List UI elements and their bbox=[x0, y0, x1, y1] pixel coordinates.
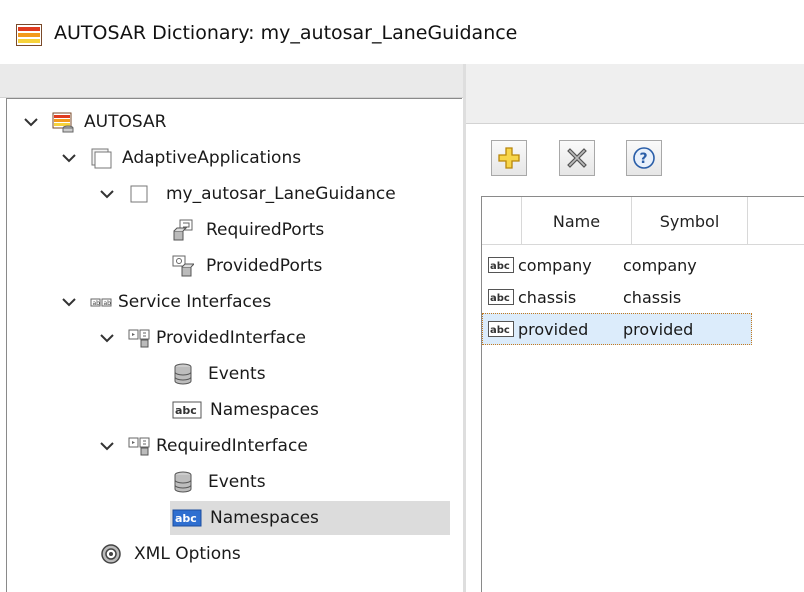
tree-item-label: RequiredPorts bbox=[206, 220, 325, 240]
tree-item-provided-ports[interactable]: ProvidedPorts bbox=[172, 249, 322, 283]
folder-icon bbox=[90, 147, 112, 169]
svg-text:ab: ab bbox=[93, 300, 101, 307]
required-ports-icon bbox=[172, 219, 194, 241]
cell-symbol[interactable]: provided bbox=[623, 320, 733, 339]
tree-item-required-events[interactable]: Events bbox=[172, 465, 266, 499]
add-button[interactable] bbox=[491, 140, 527, 176]
tree-item-required-interface[interactable]: RequiredInterface bbox=[100, 429, 308, 463]
cell-symbol[interactable]: chassis bbox=[623, 288, 733, 307]
svg-text:abc: abc bbox=[490, 325, 510, 336]
tree-item-provided-events[interactable]: Events bbox=[172, 357, 266, 391]
table-header: Name Symbol bbox=[482, 197, 804, 245]
interface-icon bbox=[128, 327, 150, 349]
tree-item-label: RequiredInterface bbox=[156, 436, 308, 456]
svg-text:abc: abc bbox=[490, 293, 510, 304]
tree-item-my-autosar-laneguidance[interactable]: my_autosar_LaneGuidance bbox=[100, 177, 396, 211]
chevron-down-icon[interactable] bbox=[100, 441, 114, 451]
namespaces-table: Name Symbol abc company company abc chas… bbox=[481, 196, 804, 592]
abc-icon: abc bbox=[172, 507, 202, 529]
tree-item-label: ProvidedInterface bbox=[156, 328, 306, 348]
help-icon: ? bbox=[633, 147, 655, 169]
delete-icon bbox=[567, 148, 587, 168]
chevron-down-icon[interactable] bbox=[62, 297, 76, 307]
table-row-selected[interactable]: abc provided provided bbox=[482, 313, 752, 345]
abc-icon: abc bbox=[488, 257, 514, 273]
tree-item-label: AUTOSAR bbox=[84, 112, 167, 132]
tree-item-label: Namespaces bbox=[210, 400, 319, 420]
svg-text:abc: abc bbox=[490, 261, 510, 272]
column-header-name[interactable]: Name bbox=[522, 197, 632, 245]
help-button[interactable]: ? bbox=[626, 140, 662, 176]
tree-item-xml-options[interactable]: XML Options bbox=[100, 537, 241, 571]
tree-item-required-ports[interactable]: RequiredPorts bbox=[172, 213, 324, 247]
provided-ports-icon bbox=[172, 255, 196, 277]
gear-icon bbox=[100, 543, 122, 565]
tree-item-label: Events bbox=[208, 472, 266, 492]
abc-icon: abc bbox=[488, 289, 514, 305]
tree-item-provided-interface[interactable]: ProvidedInterface bbox=[100, 321, 306, 355]
tree-item-label: ProvidedPorts bbox=[206, 256, 323, 276]
tree-item-label: Service Interfaces bbox=[118, 292, 272, 312]
cell-name[interactable]: provided bbox=[518, 320, 623, 339]
table-row[interactable]: abc company company bbox=[482, 249, 752, 281]
tree-item-label: my_autosar_LaneGuidance bbox=[166, 184, 396, 204]
abc-icon: abc bbox=[488, 321, 514, 337]
component-icon bbox=[128, 183, 150, 205]
tree-item-autosar[interactable]: AUTOSAR bbox=[24, 105, 166, 139]
tree-item-provided-namespaces[interactable]: abc Namespaces bbox=[172, 393, 319, 427]
events-database-icon bbox=[172, 471, 194, 493]
svg-text:?: ? bbox=[640, 151, 648, 167]
tree-item-label: Events bbox=[208, 364, 266, 384]
add-icon bbox=[498, 147, 520, 169]
title-bar: AUTOSAR Dictionary: my_autosar_LaneGuida… bbox=[0, 0, 804, 64]
tree-item-label: Namespaces bbox=[210, 508, 319, 528]
svg-text:abc: abc bbox=[175, 404, 197, 417]
delete-button[interactable] bbox=[559, 140, 595, 176]
content-toolbar-strip bbox=[466, 64, 804, 124]
chevron-down-icon[interactable] bbox=[62, 153, 76, 163]
table-row[interactable]: abc chassis chassis bbox=[482, 281, 752, 313]
autosar-dictionary-app-icon bbox=[16, 24, 42, 46]
tree-item-required-namespaces[interactable]: abc Namespaces bbox=[172, 501, 319, 535]
autosar-root-icon bbox=[52, 111, 74, 133]
interface-icon bbox=[128, 435, 150, 457]
column-header-symbol[interactable]: Symbol bbox=[632, 197, 748, 245]
svg-text:abc: abc bbox=[175, 512, 197, 525]
tree-item-service-interfaces[interactable]: ab ab Service Interfaces bbox=[62, 285, 271, 319]
abc-icon: abc bbox=[172, 399, 202, 421]
service-interfaces-icon: ab ab bbox=[90, 291, 112, 313]
tree-toolbar-strip bbox=[0, 64, 463, 98]
tree-item-label: XML Options bbox=[134, 544, 241, 564]
chevron-down-icon[interactable] bbox=[100, 333, 114, 343]
chevron-down-icon[interactable] bbox=[24, 117, 38, 127]
window-title: AUTOSAR Dictionary: my_autosar_LaneGuida… bbox=[54, 22, 518, 44]
cell-name[interactable]: chassis bbox=[518, 288, 623, 307]
cell-symbol[interactable]: company bbox=[623, 256, 733, 275]
cell-name[interactable]: company bbox=[518, 256, 623, 275]
header-icon-column bbox=[482, 197, 522, 245]
tree-item-adaptive-applications[interactable]: AdaptiveApplications bbox=[62, 141, 301, 175]
svg-text:ab: ab bbox=[104, 300, 112, 307]
events-database-icon bbox=[172, 363, 194, 385]
chevron-down-icon[interactable] bbox=[100, 189, 114, 199]
tree-item-label: AdaptiveApplications bbox=[122, 148, 302, 168]
